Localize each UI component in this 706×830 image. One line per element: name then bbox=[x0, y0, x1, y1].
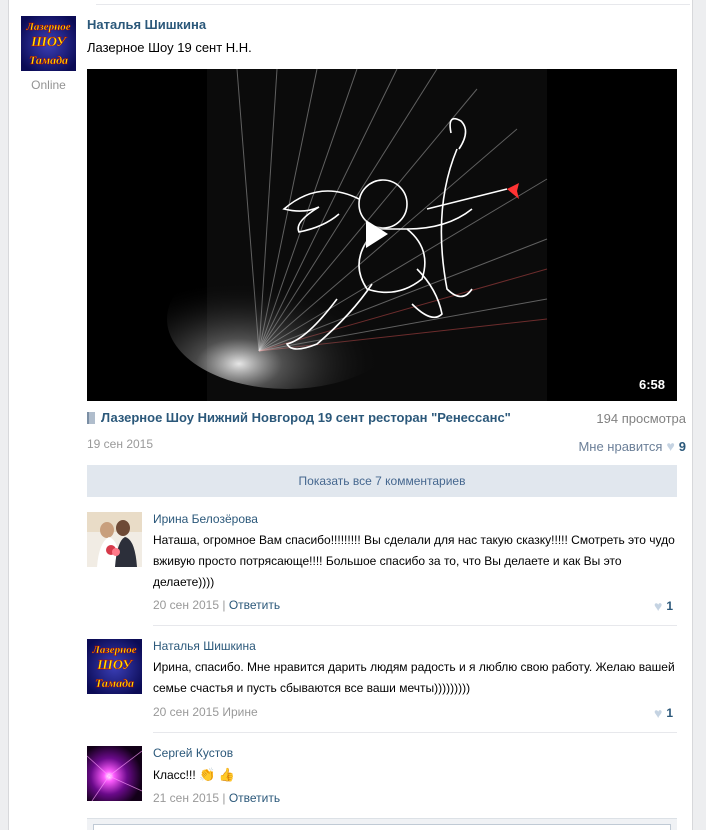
heart-icon[interactable]: ♥ bbox=[654, 598, 662, 614]
post-like-button[interactable]: Мне нравится ♥ 9 bbox=[578, 438, 686, 454]
comment-like-count: 1 bbox=[666, 706, 673, 720]
comment-like-button[interactable]: ♥ 1 bbox=[654, 705, 673, 721]
post-date[interactable]: 19 сен 2015 bbox=[87, 437, 153, 451]
meta-separator: | bbox=[222, 598, 226, 612]
comment-like-button[interactable]: ♥ 1 bbox=[654, 598, 673, 614]
reply-link[interactable]: Ответить bbox=[229, 791, 280, 805]
svg-text:Лазерное: Лазерное bbox=[25, 21, 70, 33]
comment-text-body: Класс!!! bbox=[153, 768, 196, 782]
svg-text:Тамада: Тамада bbox=[29, 53, 68, 67]
video-file-icon bbox=[87, 411, 95, 424]
comment-date[interactable]: 20 сен 2015 bbox=[153, 598, 219, 612]
play-icon[interactable] bbox=[366, 220, 388, 248]
commenter-name[interactable]: Ирина Белозёрова bbox=[153, 512, 258, 526]
svg-text:Тамада: Тамада bbox=[95, 676, 134, 690]
heart-icon[interactable]: ♥ bbox=[666, 438, 674, 454]
show-all-comments-button[interactable]: Показать все 7 комментариев bbox=[87, 465, 677, 497]
comment-like-count: 1 bbox=[666, 599, 673, 613]
commenter-name[interactable]: Сергей Кустов bbox=[153, 746, 233, 760]
comment-meta: 21 сен 2015 | Ответить bbox=[153, 791, 280, 805]
post-author-avatar[interactable]: Лазерное ШОУ Тамада bbox=[21, 16, 76, 71]
comment-date[interactable]: 20 сен 2015 bbox=[153, 705, 219, 719]
svg-text:ШОУ: ШОУ bbox=[96, 658, 134, 673]
clapping-hands-icon: 👏 bbox=[199, 767, 216, 782]
video-title-link[interactable]: Лазерное Шоу Нижний Новгород 19 сент рес… bbox=[87, 410, 511, 425]
commenter-name[interactable]: Наталья Шишкина bbox=[153, 639, 256, 653]
video-player[interactable]: 6:58 bbox=[87, 69, 677, 401]
divider bbox=[96, 4, 690, 5]
commenter-avatar[interactable]: Лазерное ШОУ Тамада bbox=[87, 639, 142, 694]
post-author-name[interactable]: Наталья Шишкина bbox=[87, 17, 206, 32]
comment-text: Класс!!! 👏 👍 bbox=[153, 764, 677, 786]
reply-input[interactable] bbox=[93, 824, 671, 830]
comment-item: Лазерное ШОУ Тамада Наталья Шишкина Ирин… bbox=[87, 639, 677, 729]
commenter-avatar[interactable] bbox=[87, 512, 142, 567]
divider bbox=[153, 732, 677, 733]
comment-meta: 20 сен 2015 Ирине bbox=[153, 705, 258, 719]
post-text: Лазерное Шоу 19 сент Н.Н. bbox=[87, 40, 252, 55]
thumbs-up-icon: 👍 bbox=[218, 767, 235, 782]
like-count: 9 bbox=[678, 438, 686, 454]
comment-meta: 20 сен 2015 | Ответить bbox=[153, 598, 280, 612]
comment-item: Ирина Белозёрова Наташа, огромное Вам сп… bbox=[87, 512, 677, 622]
video-duration: 6:58 bbox=[638, 377, 665, 392]
meta-separator: | bbox=[222, 791, 226, 805]
svg-text:Лазерное: Лазерное bbox=[91, 644, 136, 656]
reply-link[interactable]: Ответить bbox=[229, 598, 280, 612]
video-views: 194 просмотра bbox=[596, 411, 686, 426]
video-title[interactable]: Лазерное Шоу Нижний Новгород 19 сент рес… bbox=[101, 410, 511, 425]
comment-text: Наташа, огромное Вам спасибо!!!!!!!!! Вы… bbox=[153, 533, 675, 589]
comment-item: Сергей Кустов Класс!!! 👏 👍 21 сен 2015 |… bbox=[87, 746, 677, 812]
heart-icon[interactable]: ♥ bbox=[654, 705, 662, 721]
reply-to-link[interactable]: Ирине bbox=[222, 705, 257, 719]
comment-text: Ирина, спасибо. Мне нравится дарить людя… bbox=[153, 660, 675, 695]
comment-date[interactable]: 21 сен 2015 bbox=[153, 791, 219, 805]
commenter-avatar[interactable] bbox=[87, 746, 142, 801]
online-status: Online bbox=[31, 78, 66, 92]
divider bbox=[153, 625, 677, 626]
svg-text:ШОУ: ШОУ bbox=[30, 35, 68, 50]
like-label[interactable]: Мне нравится bbox=[578, 439, 662, 454]
reply-form bbox=[87, 818, 677, 830]
